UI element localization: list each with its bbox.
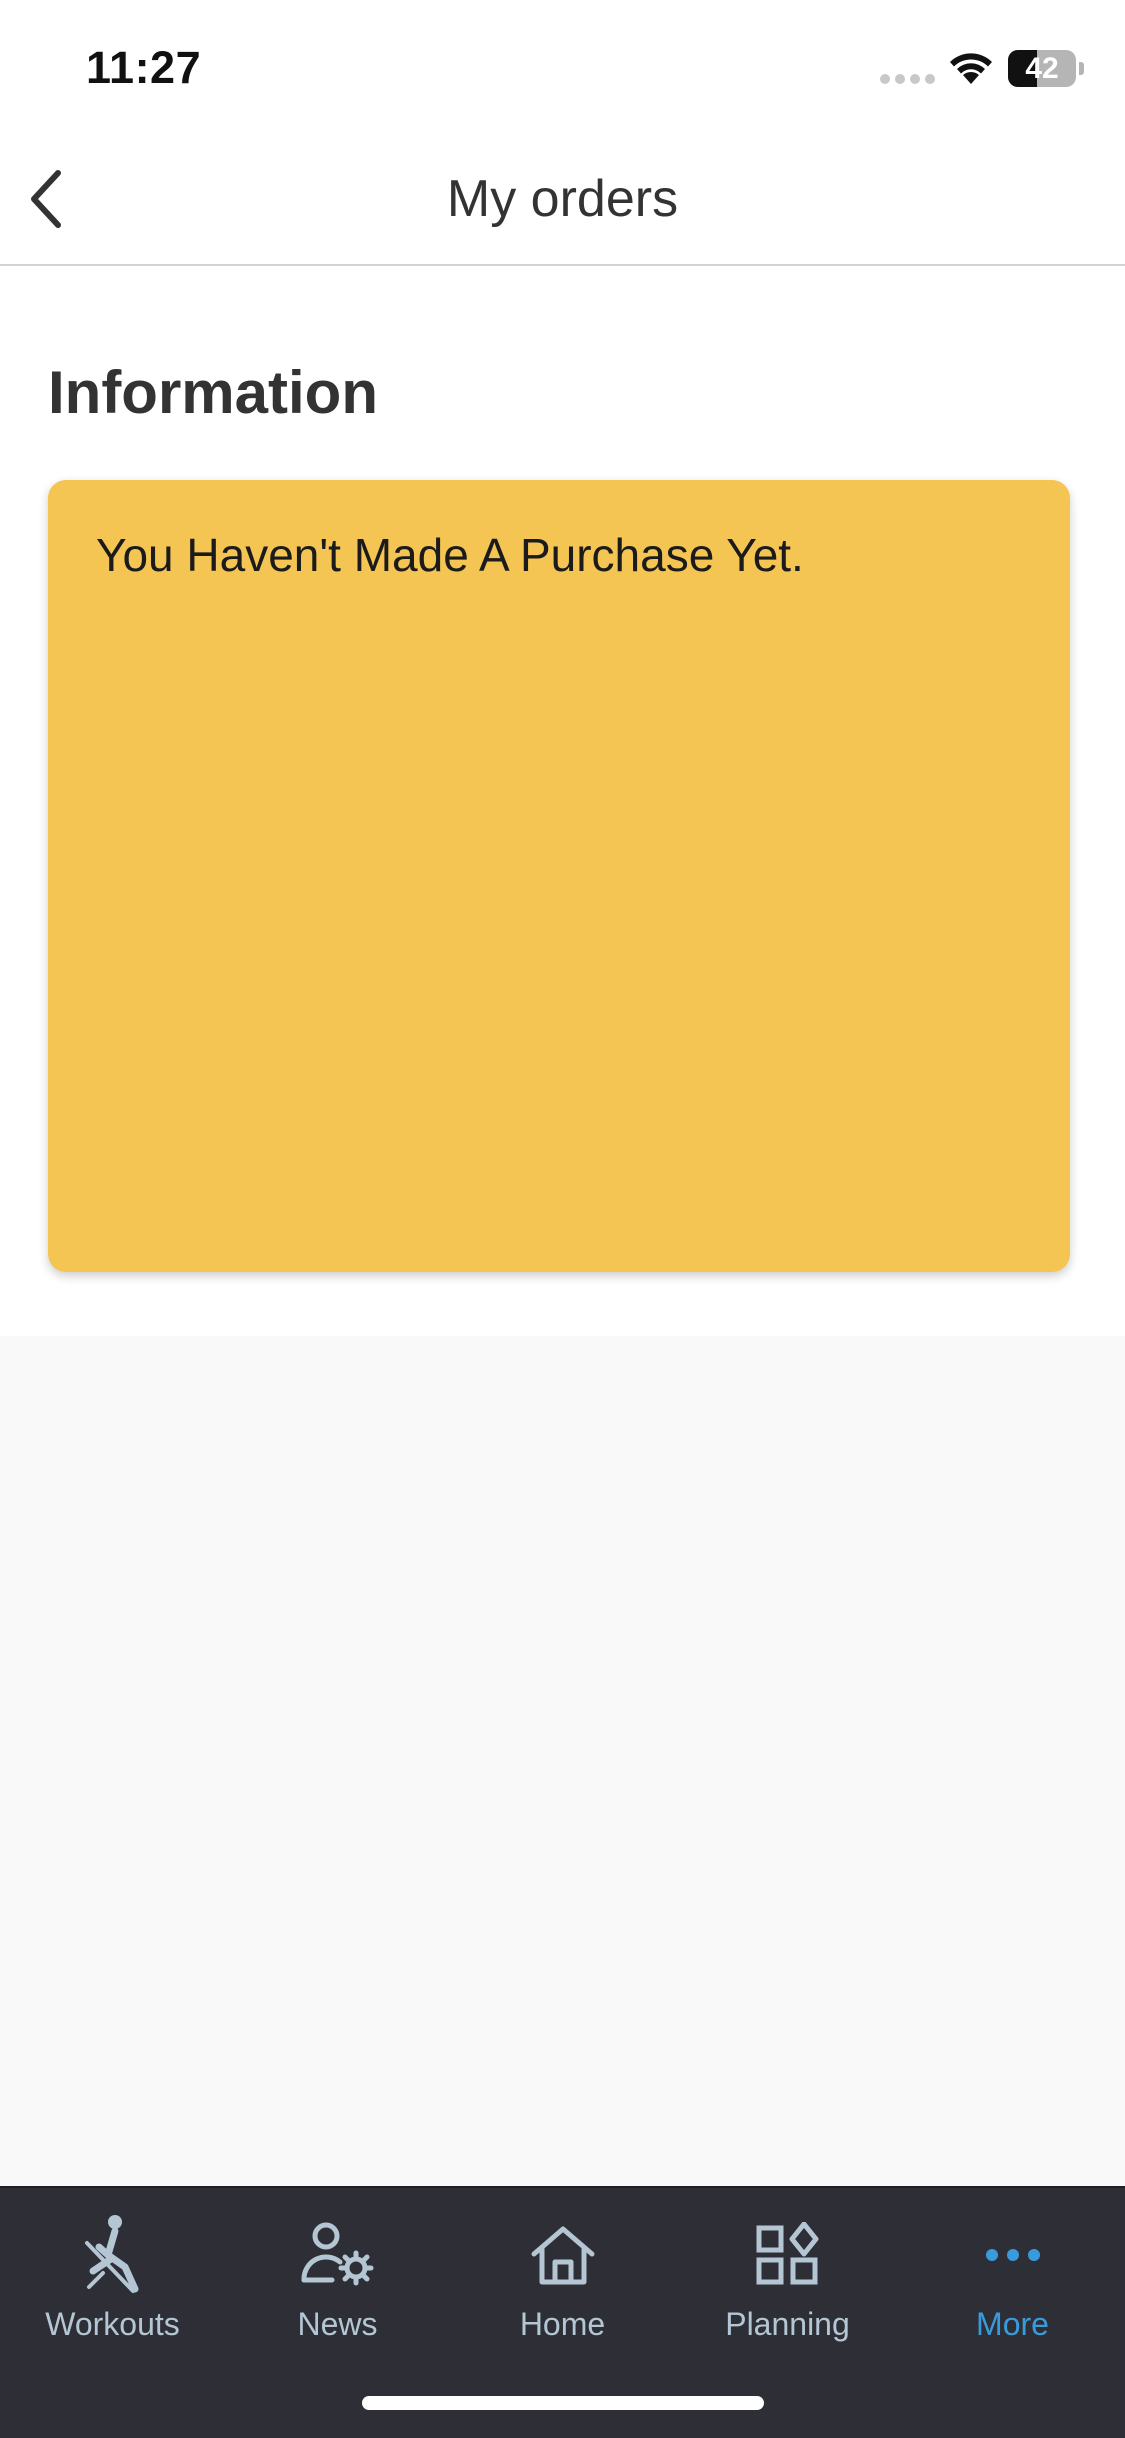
home-indicator[interactable] [362,2396,764,2410]
empty-orders-message: You Haven't Made A Purchase Yet. [96,529,804,581]
tab-label: News [297,2306,378,2342]
battery-icon: 42 [1008,50,1084,87]
tab-workouts[interactable]: Workouts [0,2188,225,2368]
back-button[interactable] [14,163,78,235]
more-dots-icon [968,2210,1058,2300]
status-bar: 11:27 42 [0,0,1125,135]
tab-label: Home [519,2306,606,2342]
workout-figure-icon [68,2210,158,2300]
tab-planning[interactable]: Planning [675,2188,900,2368]
info-card: You Haven't Made A Purchase Yet. [48,480,1070,1272]
tab-more[interactable]: More [900,2188,1125,2368]
page-title: My orders [446,170,679,228]
section-title: Information [48,359,378,426]
wifi-icon [950,53,992,84]
tab-news[interactable]: News [225,2188,450,2368]
grid-shapes-icon [743,2210,833,2300]
tab-label: Planning [725,2306,850,2342]
tab-label: Workouts [45,2306,180,2342]
user-gear-icon [293,2210,383,2300]
status-time: 11:27 [86,42,202,93]
chevron-left-icon [31,170,61,228]
tab-home[interactable]: Home [450,2188,675,2368]
tab-bar: Workouts News Home Planning More [0,2186,1125,2438]
tab-label: More [976,2306,1049,2342]
navigation-header: My orders [0,135,1125,266]
battery-percent: 42 [1025,52,1059,85]
cellular-signal-icon [880,74,935,84]
home-icon [518,2210,608,2300]
content-area: Information You Haven't Made A Purchase … [0,266,1125,1336]
